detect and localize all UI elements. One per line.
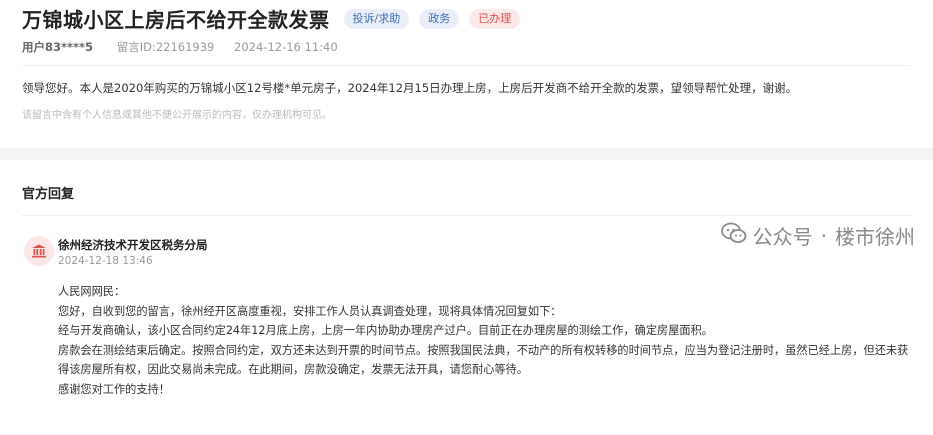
page-title: 万锦城小区上房后不给开全款发票 <box>22 8 330 32</box>
org-name: 徐州经济技术开发区税务分局 <box>58 238 208 252</box>
watermark: 公众号 · 楼市徐州 <box>720 221 915 250</box>
section-gap <box>0 148 933 160</box>
watermark-sep: · <box>820 223 827 248</box>
username: 用户83****5 <box>22 40 94 54</box>
reply-line: 您好，自收到您的留言，徐州经开区高度重视，安排工作人员认真调查处理，现将具体情况… <box>58 304 562 318</box>
watermark-right: 楼市徐州 <box>835 225 915 249</box>
title-row: 万锦城小区上房后不给开全款发票 投诉/求助 政务 已办理 <box>22 4 521 33</box>
reply-line: 房款会在测绘结束后确定。按照合同约定，双方还未达到开票的时间节点。按照我国民法典… <box>58 343 909 357</box>
message-content: 领导您好。本人是2020年购买的万锦城小区12号楼*单元房子，2024年12月1… <box>22 81 798 95</box>
wechat-icon <box>720 222 747 249</box>
divider <box>22 215 911 216</box>
reply-line: 经与开发商确认，该小区合同约定24年12月底上房，上房一年内协助办理房产过户。目… <box>58 324 713 337</box>
official-reply-card: 官方回复 徐州经济技术开发区税务分局 2024-12-18 13:46 人民网网… <box>0 160 933 435</box>
reply-body: 人民网网民： 您好，自收到您的留言，徐州经开区高度重视，安排工作人员认真调查处理… <box>58 282 908 399</box>
tag-government[interactable]: 政务 <box>419 8 460 29</box>
section-title: 官方回复 <box>22 187 75 202</box>
government-building-icon <box>24 236 54 266</box>
message-id: 留言ID:22161939 <box>116 40 215 54</box>
reply-line: 感谢您对工作的支持！ <box>58 382 170 396</box>
reply-line: 得该房屋所有权，因此交易尚未完成。在此期间，房款没确定，发票无法开具，请您耐心等… <box>58 363 528 376</box>
watermark-left: 公众号 <box>752 225 813 249</box>
message-meta: 用户83****5 留言ID:22161939 2024-12-16 11:40 <box>22 39 338 55</box>
status-badge: 已办理 <box>469 8 521 29</box>
reply-line: 人民网网民： <box>58 285 126 298</box>
divider <box>22 65 911 66</box>
privacy-note: 该留言中含有个人信息或其他不便公开展示的内容，仅办理机构可见。 <box>22 110 332 121</box>
message-card: 万锦城小区上房后不给开全款发票 投诉/求助 政务 已办理 用户83****5 留… <box>0 0 933 148</box>
message-time: 2024-12-16 11:40 <box>234 40 338 54</box>
reply-time: 2024-12-18 13:46 <box>58 255 153 267</box>
tag-complaint[interactable]: 投诉/求助 <box>343 8 410 29</box>
